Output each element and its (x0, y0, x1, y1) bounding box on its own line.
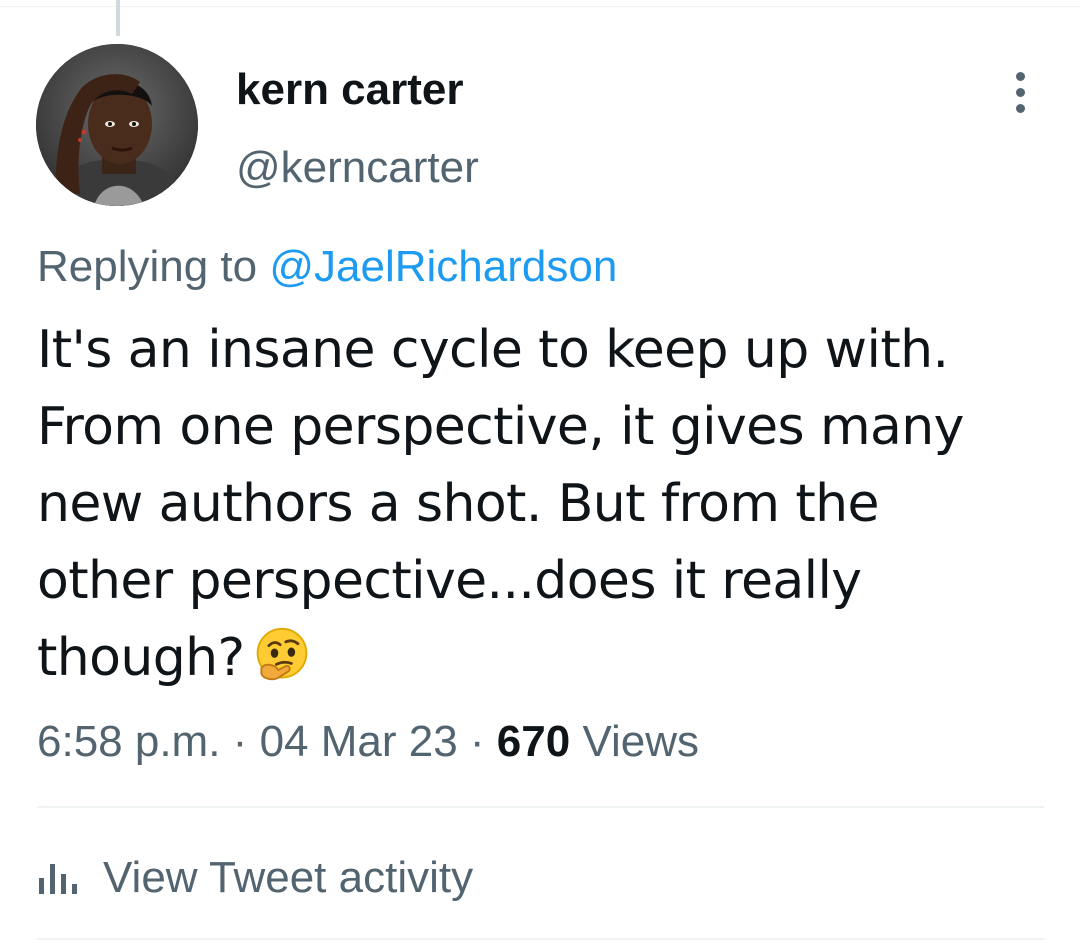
reply-mention-link[interactable]: @JaelRichardson (269, 242, 617, 291)
views-count: 670 (496, 717, 571, 766)
view-tweet-activity-button[interactable]: View Tweet activity (37, 848, 473, 908)
divider (37, 938, 1044, 940)
meta-separator: · (469, 717, 485, 766)
more-vertical-icon (1015, 87, 1025, 97)
tweet-date[interactable]: 04 Mar 23 (260, 717, 458, 766)
thread-divider (0, 6, 1080, 7)
views-label: Views (582, 717, 700, 766)
replying-to-line: Replying to @JaelRichardson (37, 240, 617, 294)
tweet-body: It's an insane cycle to keep up with. Fr… (37, 320, 964, 688)
more-vertical-icon (1015, 71, 1025, 81)
divider (37, 806, 1044, 808)
replying-to-label: Replying to (37, 242, 270, 291)
more-vertical-icon (1015, 103, 1025, 113)
author-handle[interactable]: @kerncarter (236, 142, 479, 194)
thread-connector-line (116, 0, 120, 36)
tweet-meta: 6:58 p.m. · 04 Mar 23 · 670 Views (37, 712, 699, 772)
thinking-face-emoji (257, 627, 308, 681)
more-options-button[interactable] (1000, 66, 1040, 118)
tweet-time[interactable]: 6:58 p.m. (37, 717, 220, 766)
author-display-name[interactable]: kern carter (236, 64, 463, 116)
meta-separator: · (232, 717, 248, 766)
tweet-text: It's an insane cycle to keep up with. Fr… (37, 312, 1057, 697)
view-tweet-activity-label: View Tweet activity (103, 853, 474, 902)
bar-chart-icon (39, 864, 77, 894)
avatar[interactable] (36, 44, 198, 206)
